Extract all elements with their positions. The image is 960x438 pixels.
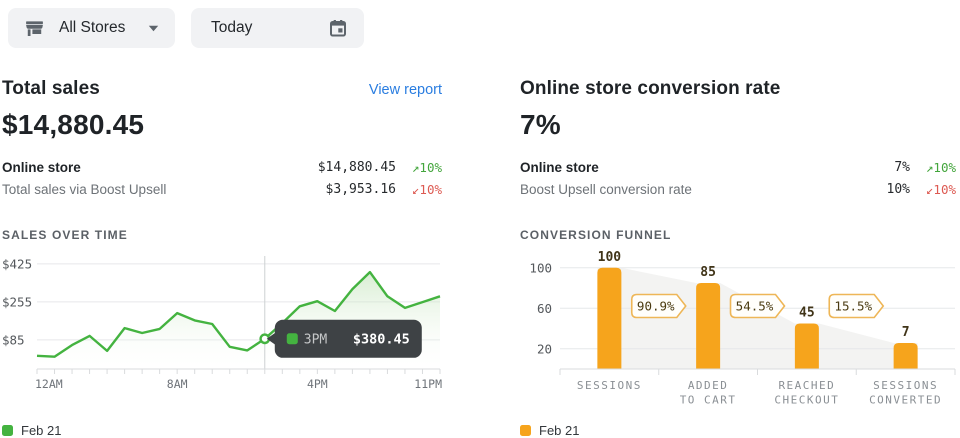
svg-text:85: 85 — [700, 265, 716, 280]
svg-text:$425: $425 — [2, 256, 32, 271]
chart-tooltip: 3PM $380.45 — [267, 320, 422, 358]
total-sales-title: Total sales — [2, 78, 100, 100]
svg-text:7: 7 — [902, 325, 910, 340]
svg-text:90.9%: 90.9% — [637, 299, 675, 314]
metric-label: Online store — [2, 160, 318, 175]
metric-label: Online store — [520, 160, 894, 175]
metric-row: Boost Upsell conversion rate10%↙10% — [520, 178, 956, 200]
total-sales-panel: Total sales View report $14,880.45 Onlin… — [2, 78, 442, 438]
metric-row: Online store$14,880.45↗10% — [2, 156, 442, 178]
date-selector-button[interactable]: Today — [191, 8, 364, 48]
svg-text:$380.45: $380.45 — [353, 331, 410, 347]
analytics-dashboard: All Stores Today Total sales — [0, 0, 960, 431]
metric-row: Online store7%↗10% — [520, 156, 956, 178]
sales-over-time-chart[interactable]: $425 $255 $85 12AM 8AM 4PM 11PM 3PM $380.45 — [2, 246, 442, 421]
svg-text:3PM: 3PM — [304, 332, 328, 347]
metric-label: Boost Upsell conversion rate — [520, 182, 887, 197]
svg-text:CONVERTED: CONVERTED — [869, 394, 942, 407]
svg-text:12AM: 12AM — [35, 377, 63, 391]
change-down-indicator: ↙10% — [396, 182, 442, 197]
metric-value: 7% — [894, 160, 910, 175]
svg-text:4PM: 4PM — [307, 377, 328, 391]
svg-text:20: 20 — [537, 341, 552, 356]
svg-text:$255: $255 — [2, 294, 32, 309]
svg-text:54.5%: 54.5% — [736, 299, 774, 314]
store-icon — [24, 18, 45, 39]
conversion-rate-value: 7% — [520, 109, 956, 141]
metric-value: 10% — [887, 182, 910, 197]
svg-text:REACHED: REACHED — [778, 379, 835, 392]
svg-text:ADDED: ADDED — [688, 379, 729, 392]
svg-text:15.5%: 15.5% — [834, 299, 872, 314]
svg-text:TO CART: TO CART — [680, 394, 737, 407]
conversion-funnel-heading: CONVERSION FUNNEL — [520, 228, 956, 244]
svg-text:8AM: 8AM — [167, 377, 188, 391]
metric-value: $14,880.45 — [318, 160, 396, 175]
svg-text:100: 100 — [598, 250, 622, 265]
store-selector-label: All Stores — [55, 19, 129, 37]
metric-row: Total sales via Boost Upsell$3,953.16↙10… — [2, 178, 442, 200]
conversion-rate-breakdown: Online store7%↗10%Boost Upsell conversio… — [520, 156, 956, 200]
total-sales-value: $14,880.45 — [2, 109, 442, 141]
change-up-indicator: ↗10% — [396, 160, 442, 175]
conversion-funnel-chart[interactable]: 100 60 20 100 85 45 7 90.9% 54.5% 15.5% SESSIONS AD… — [520, 246, 956, 421]
view-report-link[interactable]: View report — [369, 82, 442, 98]
change-down-indicator: ↙10% — [910, 182, 956, 197]
chevron-down-icon — [148, 25, 159, 32]
metric-label: Total sales via Boost Upsell — [2, 182, 326, 197]
date-selector-label: Today — [207, 19, 256, 37]
svg-text:$85: $85 — [2, 332, 25, 347]
calendar-icon — [328, 18, 348, 38]
svg-text:SESSIONS: SESSIONS — [873, 379, 938, 392]
metric-value: $3,953.16 — [326, 182, 396, 197]
svg-text:11PM: 11PM — [414, 377, 442, 391]
total-sales-breakdown: Online store$14,880.45↗10%Total sales vi… — [2, 156, 442, 200]
dashboard-grid: Total sales View report $14,880.45 Onlin… — [0, 56, 960, 438]
change-up-indicator: ↗10% — [910, 160, 956, 175]
store-selector-button[interactable]: All Stores — [8, 8, 175, 48]
conversion-rate-panel: Online store conversion rate 7% Online s… — [520, 78, 956, 438]
sales-over-time-heading: SALES OVER TIME — [2, 228, 442, 244]
conversion-rate-title: Online store conversion rate — [520, 78, 780, 100]
svg-text:45: 45 — [799, 305, 815, 320]
svg-text:SESSIONS: SESSIONS — [577, 379, 642, 392]
svg-text:100: 100 — [529, 260, 552, 275]
toolbar: All Stores Today — [0, 0, 960, 56]
svg-text:CHECKOUT: CHECKOUT — [774, 394, 839, 407]
svg-text:60: 60 — [537, 301, 552, 316]
